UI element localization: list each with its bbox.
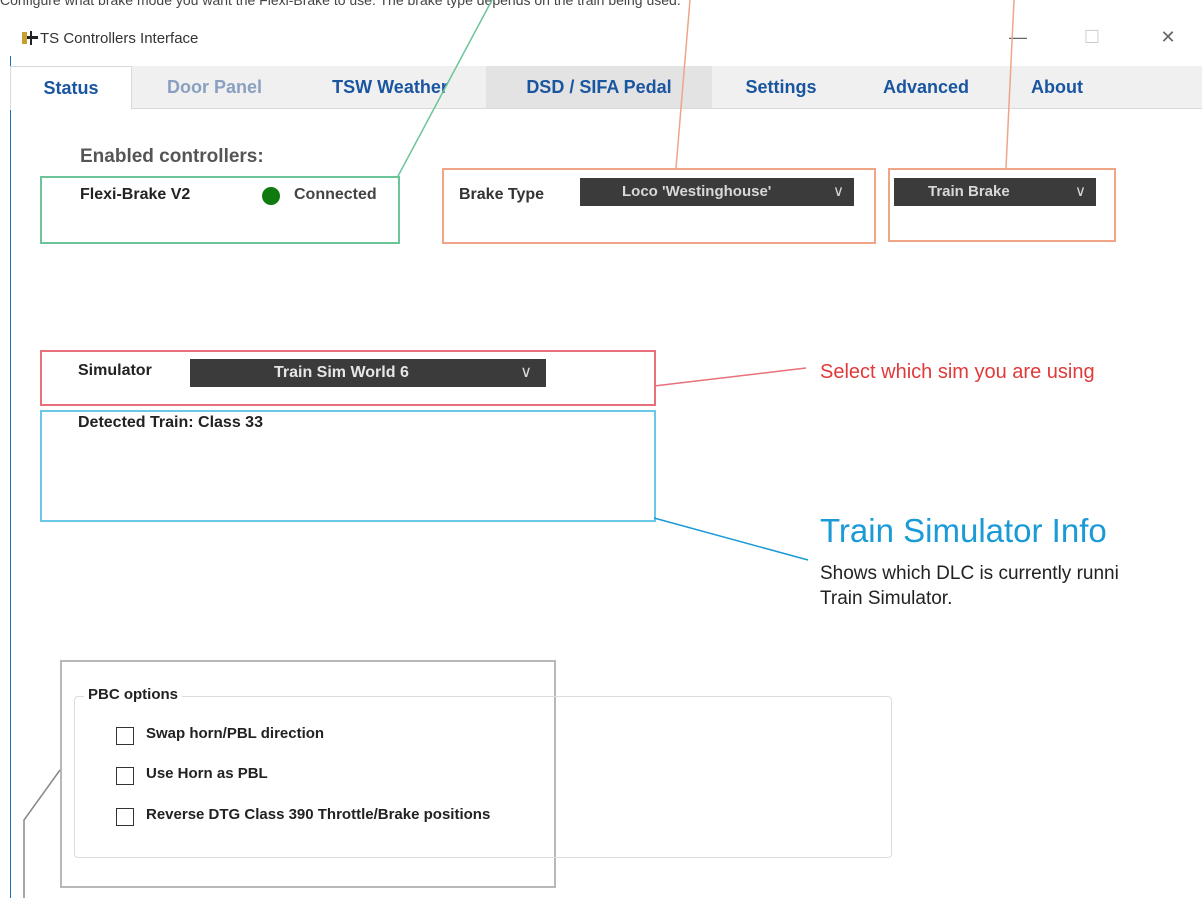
pbc-callout-line bbox=[23, 769, 61, 898]
simulator-callout-line bbox=[653, 367, 807, 387]
brake-mode-callout-line bbox=[1005, 0, 1015, 169]
callout-lines bbox=[23, 0, 1015, 898]
controller-callout-line bbox=[396, 0, 493, 179]
brake-type-callout-line bbox=[675, 0, 691, 169]
info-callout-line bbox=[653, 517, 809, 561]
